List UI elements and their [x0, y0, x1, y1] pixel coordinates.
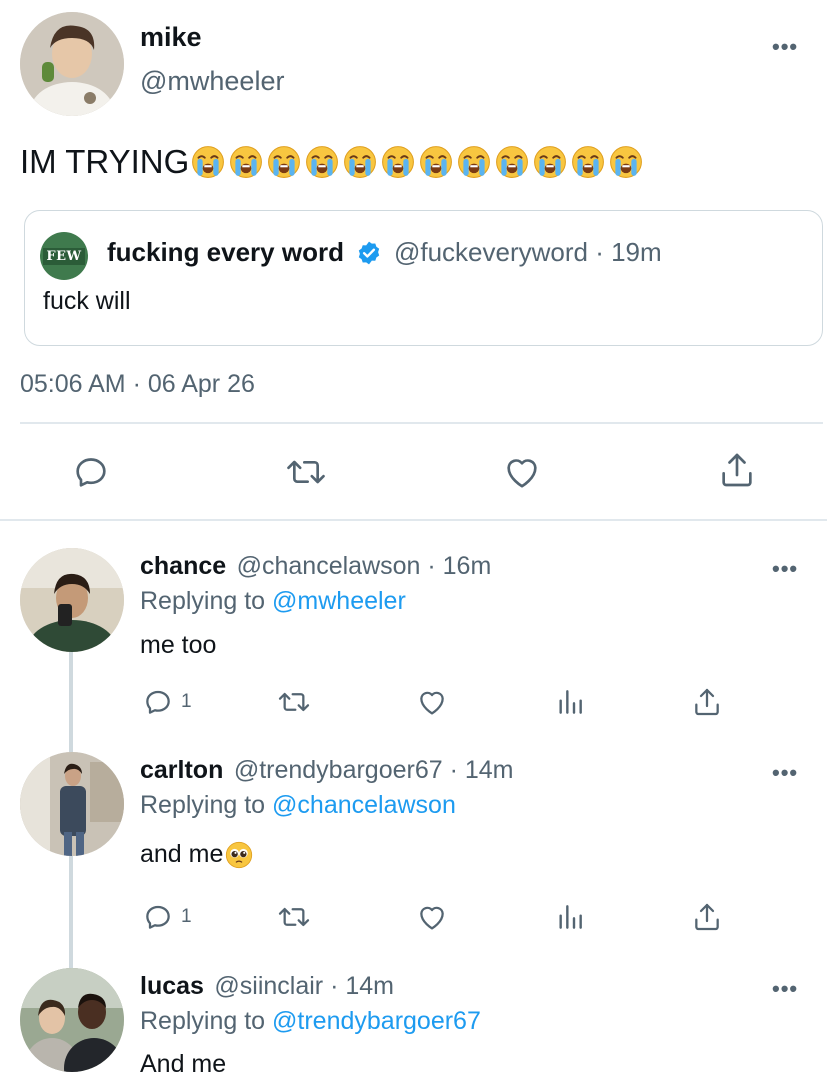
- share-icon[interactable]: [691, 686, 723, 718]
- author-avatar[interactable]: [20, 12, 124, 116]
- reply-text: and me: [140, 840, 253, 869]
- reply-icon[interactable]: [142, 901, 174, 933]
- loudly-crying-face-emoji: [191, 145, 225, 179]
- analytics-icon[interactable]: [554, 901, 586, 933]
- divider: [20, 422, 823, 424]
- more-options-icon[interactable]: •••: [772, 976, 798, 1002]
- retweet-icon[interactable]: [284, 452, 328, 492]
- quoted-tweet[interactable]: FEW fucking every word @fuckeveryword · …: [24, 210, 823, 346]
- retweet-icon[interactable]: [276, 901, 312, 933]
- reply-body: and me: [140, 840, 224, 868]
- author-handle[interactable]: @mwheeler: [140, 66, 284, 97]
- quoted-handle-time: @fuckeveryword · 19m: [393, 237, 662, 267]
- more-options-icon[interactable]: •••: [772, 556, 798, 582]
- reply-handle-time: @trendybargoer67 · 14m: [233, 756, 514, 784]
- reply-avatar[interactable]: [20, 548, 124, 652]
- like-icon[interactable]: [416, 901, 448, 933]
- reply-icon[interactable]: [71, 452, 111, 492]
- avatar-photo: [20, 12, 124, 116]
- replying-to: Replying to @trendybargoer67: [140, 1007, 481, 1036]
- like-icon[interactable]: [502, 452, 542, 492]
- retweet-icon[interactable]: [276, 686, 312, 718]
- analytics-icon[interactable]: [554, 686, 586, 718]
- quoted-text: fuck will: [43, 287, 131, 315]
- reply-name[interactable]: chance: [140, 552, 226, 580]
- replying-label: Replying to: [140, 791, 273, 819]
- reply-count: 1: [181, 691, 192, 712]
- reply-count: 1: [181, 906, 192, 927]
- loudly-crying-face-emoji: [267, 145, 301, 179]
- share-icon[interactable]: [717, 450, 757, 490]
- reply-handle-time: @chancelawson · 16m: [236, 552, 492, 580]
- replying-label: Replying to: [140, 587, 273, 615]
- reply-name[interactable]: carlton: [140, 756, 223, 784]
- thread-line: [69, 652, 73, 752]
- loudly-crying-face-emoji: [609, 145, 643, 179]
- quoted-avatar-logo: FEW: [43, 247, 85, 265]
- loudly-crying-face-emoji: [305, 145, 339, 179]
- avatar-photo: [20, 548, 124, 652]
- pleading-face-emoji: [225, 841, 253, 869]
- verified-badge-icon: [356, 240, 382, 266]
- tweet-text: IM TRYING: [20, 140, 643, 184]
- share-icon[interactable]: [691, 901, 723, 933]
- reply-text: me too: [140, 631, 217, 659]
- replying-to: Replying to @chancelawson: [140, 791, 456, 820]
- tweet-body: IM TRYING: [20, 143, 190, 180]
- thread-line: [69, 856, 73, 968]
- mention-link[interactable]: @mwheeler: [272, 587, 406, 615]
- loudly-crying-face-emoji: [229, 145, 263, 179]
- quoted-name[interactable]: fucking every word: [107, 237, 344, 268]
- reply-handle-time: @siinclair · 14m: [214, 972, 394, 1000]
- reply-text: And me: [140, 1050, 227, 1072]
- loudly-crying-face-emoji: [381, 145, 415, 179]
- divider: [0, 519, 827, 521]
- more-options-icon[interactable]: •••: [772, 34, 798, 60]
- loudly-crying-face-emoji: [571, 145, 605, 179]
- avatar-photo: [20, 968, 124, 1072]
- reply-avatar[interactable]: [20, 968, 124, 1072]
- more-options-icon[interactable]: •••: [772, 760, 798, 786]
- replying-label: Replying to: [140, 1007, 273, 1035]
- loudly-crying-face-emoji: [343, 145, 377, 179]
- replying-to: Replying to @mwheeler: [140, 587, 406, 616]
- reply-icon[interactable]: [142, 686, 174, 718]
- mention-link[interactable]: @trendybargoer67: [272, 1007, 481, 1035]
- avatar-photo: [20, 752, 124, 856]
- like-icon[interactable]: [416, 686, 448, 718]
- loudly-crying-face-emoji: [457, 145, 491, 179]
- emoji-sequence: [191, 145, 643, 179]
- reply-avatar[interactable]: [20, 752, 124, 856]
- loudly-crying-face-emoji: [533, 145, 567, 179]
- tweet-timestamp[interactable]: 05:06 AM · 06 Apr 26: [20, 370, 255, 399]
- quoted-avatar[interactable]: FEW: [40, 232, 88, 280]
- reply-name[interactable]: lucas: [140, 972, 204, 1000]
- author-name[interactable]: mike: [140, 22, 202, 53]
- loudly-crying-face-emoji: [419, 145, 453, 179]
- loudly-crying-face-emoji: [495, 145, 529, 179]
- mention-link[interactable]: @chancelawson: [272, 791, 456, 819]
